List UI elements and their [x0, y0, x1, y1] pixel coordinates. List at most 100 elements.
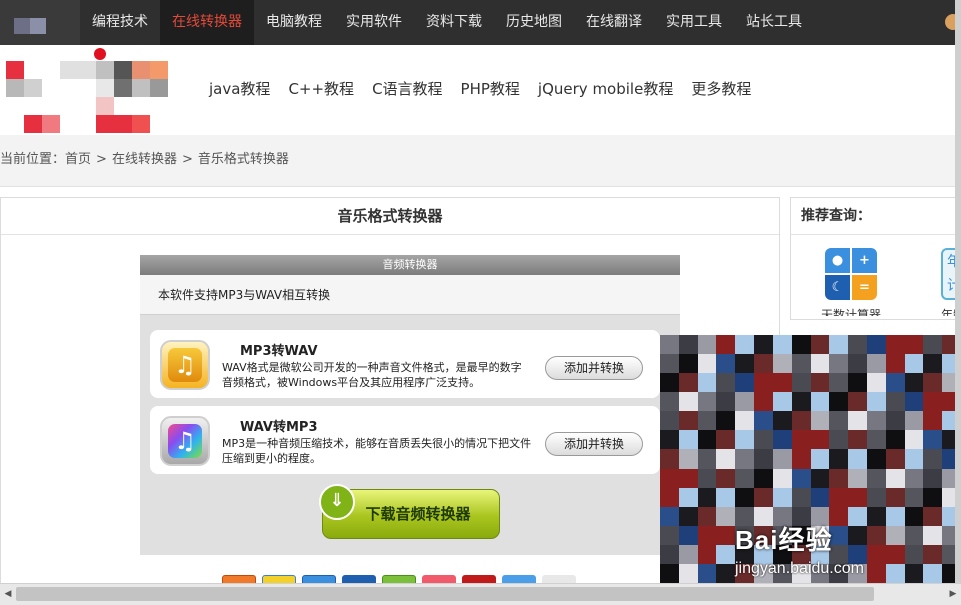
mosaic-pixel — [848, 411, 867, 431]
mosaic-pixel — [866, 392, 886, 412]
mosaic-pixel — [754, 373, 773, 393]
mosaic-pixel — [848, 430, 867, 450]
mosaic-pixel — [660, 563, 679, 583]
mosaic-pixel — [697, 468, 717, 488]
mosaic-pixel — [866, 373, 886, 393]
mosaic-pixel — [754, 411, 773, 431]
mosaic-pixel — [866, 411, 886, 431]
converter-description: 本软件支持MP3与WAV相互转换 — [140, 275, 680, 315]
tool-day-calculator[interactable]: ● + ☾ = 天数计算器 — [821, 248, 881, 316]
sub-nav-cpp[interactable]: C++教程 — [279, 78, 363, 99]
nav-item-history-maps[interactable]: 历史地图 — [494, 0, 574, 45]
mosaic-pixel — [810, 392, 830, 412]
mosaic-pixel — [735, 430, 755, 450]
mosaic-pixel — [791, 487, 811, 507]
mosaic-pixel — [791, 449, 811, 469]
mosaic-pixel — [904, 430, 924, 450]
converter-card-wav-to-mp3: ♫ WAV转MP3 MP3是一种音频压缩技术，能够在音质丢失很小的情况下把文件压… — [150, 406, 660, 474]
mosaic-pixel — [829, 354, 849, 374]
mosaic-pixel — [829, 373, 849, 393]
nav-item-tools[interactable]: 实用工具 — [654, 0, 734, 45]
page-title: 音乐格式转换器 — [1, 198, 779, 235]
mosaic-pixel — [678, 544, 698, 564]
site-logo[interactable] — [0, 45, 185, 135]
mosaic-pixel — [716, 430, 736, 450]
mosaic-pixel — [923, 430, 943, 450]
mosaic-pixel — [923, 563, 943, 583]
mosaic-pixel — [678, 354, 698, 374]
recommended-title: 推荐查询： — [791, 198, 961, 235]
mosaic-pixel — [678, 468, 698, 488]
mosaic-pixel — [660, 430, 679, 450]
mosaic-pixel — [772, 392, 792, 412]
mosaic-pixel — [660, 544, 679, 564]
mosaic-pixel — [716, 392, 736, 412]
sub-nav-java[interactable]: java教程 — [200, 78, 279, 99]
mosaic-pixel — [660, 354, 679, 374]
mosaic-pixel — [904, 563, 924, 583]
mosaic-pixel — [754, 335, 773, 355]
mosaic-pixel — [885, 392, 905, 412]
mosaic-pixel — [678, 373, 698, 393]
mosaic-pixel — [810, 373, 830, 393]
mosaic-pixel — [866, 487, 886, 507]
add-convert-button[interactable]: 添加并转换 — [545, 356, 643, 380]
mosaic-pixel — [904, 411, 924, 431]
nav-item-computer-tutorial[interactable]: 电脑教程 — [254, 0, 334, 45]
breadcrumb-home[interactable]: 首页 — [65, 152, 91, 167]
horizontal-scrollbar[interactable]: ◀ ▶ — [0, 583, 961, 605]
mosaic-pixel — [810, 449, 830, 469]
breadcrumb-separator: > — [181, 152, 193, 167]
mosaic-pixel — [791, 430, 811, 450]
mosaic-pixel — [716, 487, 736, 507]
scroll-right-icon[interactable]: ▶ — [947, 587, 959, 601]
card-description: MP3是一种音频压缩技术，能够在音质丢失很小的情况下把文件压缩到更小的程度。 — [222, 437, 532, 465]
mosaic-pixel — [660, 468, 679, 488]
mosaic-pixel — [791, 468, 811, 488]
nav-item-webmaster[interactable]: 站长工具 — [734, 0, 814, 45]
site-logo-small[interactable] — [0, 0, 80, 45]
sub-nav-c[interactable]: C语言教程 — [363, 78, 451, 99]
mosaic-pixel — [923, 335, 943, 355]
mosaic-pixel — [866, 449, 886, 469]
mosaic-pixel — [904, 335, 924, 355]
mosaic-pixel — [697, 544, 717, 564]
mosaic-pixel — [735, 468, 755, 488]
download-converter-button[interactable]: ⇓ 下载音频转换器 — [319, 484, 500, 539]
converter-header: 音频转换器 — [140, 255, 680, 275]
mosaic-pixel — [848, 468, 867, 488]
nav-item-downloads[interactable]: 资料下载 — [414, 0, 494, 45]
mosaic-pixel — [866, 563, 886, 583]
nav-item-software[interactable]: 实用软件 — [334, 0, 414, 45]
sub-nav-more[interactable]: 更多教程 — [682, 78, 760, 99]
mosaic-pixel — [791, 411, 811, 431]
vertical-scrollbar[interactable] — [955, 0, 961, 583]
mosaic-pixel — [848, 525, 867, 545]
mosaic-pixel — [678, 487, 698, 507]
breadcrumb-separator: > — [96, 152, 107, 167]
mosaic-pixel — [772, 335, 792, 355]
mosaic-pixel — [923, 525, 943, 545]
add-convert-button[interactable]: 添加并转换 — [545, 432, 643, 456]
sub-nav-php[interactable]: PHP教程 — [452, 78, 529, 99]
mosaic-pixel — [810, 468, 830, 488]
scrollbar-thumb[interactable] — [16, 587, 874, 601]
mosaic-pixel — [660, 487, 679, 507]
sub-nav-jquery-mobile[interactable]: jQuery mobile教程 — [529, 78, 682, 99]
nav-item-online-converter[interactable]: 在线转换器 — [160, 0, 254, 45]
mosaic-pixel — [716, 563, 736, 583]
nav-item-programming[interactable]: 编程技术 — [80, 0, 160, 45]
mosaic-pixel — [848, 373, 867, 393]
scroll-left-icon[interactable]: ◀ — [2, 587, 14, 601]
nav-item-translate[interactable]: 在线翻译 — [574, 0, 654, 45]
mosaic-pixel — [697, 373, 717, 393]
mosaic-pixel — [735, 411, 755, 431]
mosaic-pixel — [885, 563, 905, 583]
mosaic-pixel — [829, 335, 849, 355]
tutorial-nav: java教程 C++教程 C语言教程 PHP教程 jQuery mobile教程… — [200, 78, 760, 99]
breadcrumb-converter[interactable]: 在线转换器 — [112, 152, 177, 167]
mosaic-pixel — [735, 354, 755, 374]
mosaic-pixel — [716, 373, 736, 393]
mosaic-pixel — [660, 392, 679, 412]
mosaic-pixel — [660, 449, 679, 469]
